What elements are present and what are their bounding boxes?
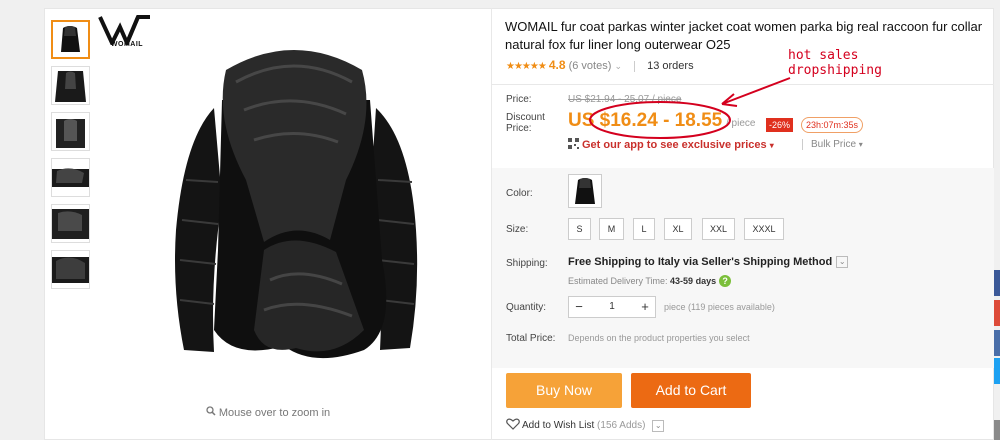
size-option-xxl[interactable]: XXL	[702, 218, 735, 240]
annotation-line-2: dropshipping	[788, 63, 882, 78]
increase-quantity-button[interactable]: +	[635, 297, 655, 317]
app-promo-link[interactable]: Get our app to see exclusive prices ▾	[568, 138, 774, 152]
quantity-input[interactable]: 1	[589, 297, 635, 317]
hot-sales-annotation: hot sales dropshipping	[788, 48, 882, 78]
price-label: Price:	[506, 94, 532, 105]
zoom-hint-text: Mouse over to zoom in	[218, 407, 331, 419]
product-info: WOMAIL fur coat parkas winter jacket coa…	[492, 8, 994, 440]
size-option-l[interactable]: L	[633, 218, 655, 240]
size-option-m[interactable]: M	[599, 218, 624, 240]
twitter-share-icon[interactable]	[994, 358, 1000, 384]
shipping-method[interactable]: Free Shipping to Italy via Seller's Ship…	[568, 256, 849, 269]
image-gallery: WOMAIL Mouse over to zoom in	[44, 8, 492, 440]
total-price-note: Depends on the product properties you se…	[568, 333, 750, 343]
shipping-method-text: Free Shipping to Italy via Seller's Ship…	[568, 256, 833, 268]
size-option-s[interactable]: S	[568, 218, 591, 240]
color-label: Color:	[506, 188, 533, 199]
countdown-timer: 23h:07m:35s	[801, 117, 864, 133]
delivery-estimate: Estimated Delivery Time: 43-59 days?	[568, 275, 732, 287]
wishlist-count: (156 Adds)	[597, 420, 646, 432]
thumbnail-6[interactable]	[51, 250, 90, 289]
app-promo-text: Get our app to see exclusive prices	[582, 138, 767, 151]
quantity-stepper: − 1 +	[568, 296, 656, 318]
vk-share-icon[interactable]	[994, 330, 1000, 356]
discount-label-line2: Price:	[506, 123, 532, 134]
total-price-label: Total Price:	[506, 333, 556, 344]
divider	[634, 60, 636, 72]
star-rating-icon: ★★★★★	[506, 61, 547, 72]
rating-value: 4.8	[548, 58, 566, 72]
original-price: US $21.94 - 25.07 / piece	[568, 94, 682, 105]
wishlist-text: Add to Wish List	[522, 420, 595, 432]
zoom-hint: Mouse over to zoom in	[44, 406, 492, 419]
qr-code-icon	[568, 138, 579, 152]
google-plus-share-icon[interactable]	[994, 300, 1000, 326]
divider	[802, 139, 803, 150]
orders-count: 13 orders	[647, 60, 694, 72]
buy-now-button[interactable]: Buy Now	[506, 373, 622, 408]
bulk-price-text: Bulk Price	[811, 139, 857, 151]
bulk-price-link[interactable]: Bulk Price ▾	[802, 139, 863, 150]
thumbnail-4[interactable]	[51, 158, 90, 197]
product-title: WOMAIL fur coat parkas winter jacket coa…	[505, 19, 983, 52]
help-icon[interactable]: ?	[719, 275, 732, 287]
quantity-label: Quantity:	[506, 302, 547, 313]
size-option-xl[interactable]: XL	[664, 218, 692, 240]
rating-row: ★★★★★ 4.8 (6 votes) ⌄ 13 orders	[506, 58, 694, 72]
thumbnail-2[interactable]	[51, 66, 90, 105]
caret-down-icon: ▾	[769, 140, 774, 150]
add-to-wishlist-link[interactable]: Add to Wish List (156 Adds) ⌄	[506, 418, 665, 433]
price-unit: / piece	[726, 118, 756, 129]
color-swatch-black[interactable]	[568, 174, 602, 208]
votes-count[interactable]: (6 votes)	[569, 60, 612, 72]
thumbnail-1[interactable]	[51, 20, 90, 59]
add-to-cart-button[interactable]: Add to Cart	[631, 373, 751, 408]
more-share-icon[interactable]	[994, 420, 1000, 440]
size-label: Size:	[506, 224, 529, 235]
facebook-share-icon[interactable]	[994, 270, 1000, 296]
magnifier-icon	[206, 406, 216, 419]
chevron-down-icon[interactable]: ⌄	[614, 61, 622, 71]
annotation-line-1: hot sales	[788, 48, 859, 63]
chevron-down-icon[interactable]: ⌄	[836, 256, 849, 269]
heart-icon	[506, 418, 520, 433]
delivery-estimate-value: 43-59 days	[670, 276, 717, 286]
chevron-down-icon[interactable]: ⌄	[652, 419, 665, 432]
divider	[492, 84, 994, 85]
thumbnail-3[interactable]	[51, 112, 90, 151]
delivery-estimate-label: Estimated Delivery Time:	[568, 276, 668, 286]
decrease-quantity-button[interactable]: −	[569, 297, 589, 317]
product-main-image[interactable]	[114, 30, 474, 370]
quantity-available: piece (119 pieces available)	[664, 302, 775, 312]
size-option-xxxl[interactable]: XXXL	[744, 218, 784, 240]
discount-price: US $16.24 - 18.55	[568, 110, 723, 131]
discount-badge: -26%	[766, 118, 794, 132]
caret-down-icon: ▾	[858, 140, 863, 150]
shipping-label: Shipping:	[506, 258, 548, 269]
thumbnail-5[interactable]	[51, 204, 90, 243]
